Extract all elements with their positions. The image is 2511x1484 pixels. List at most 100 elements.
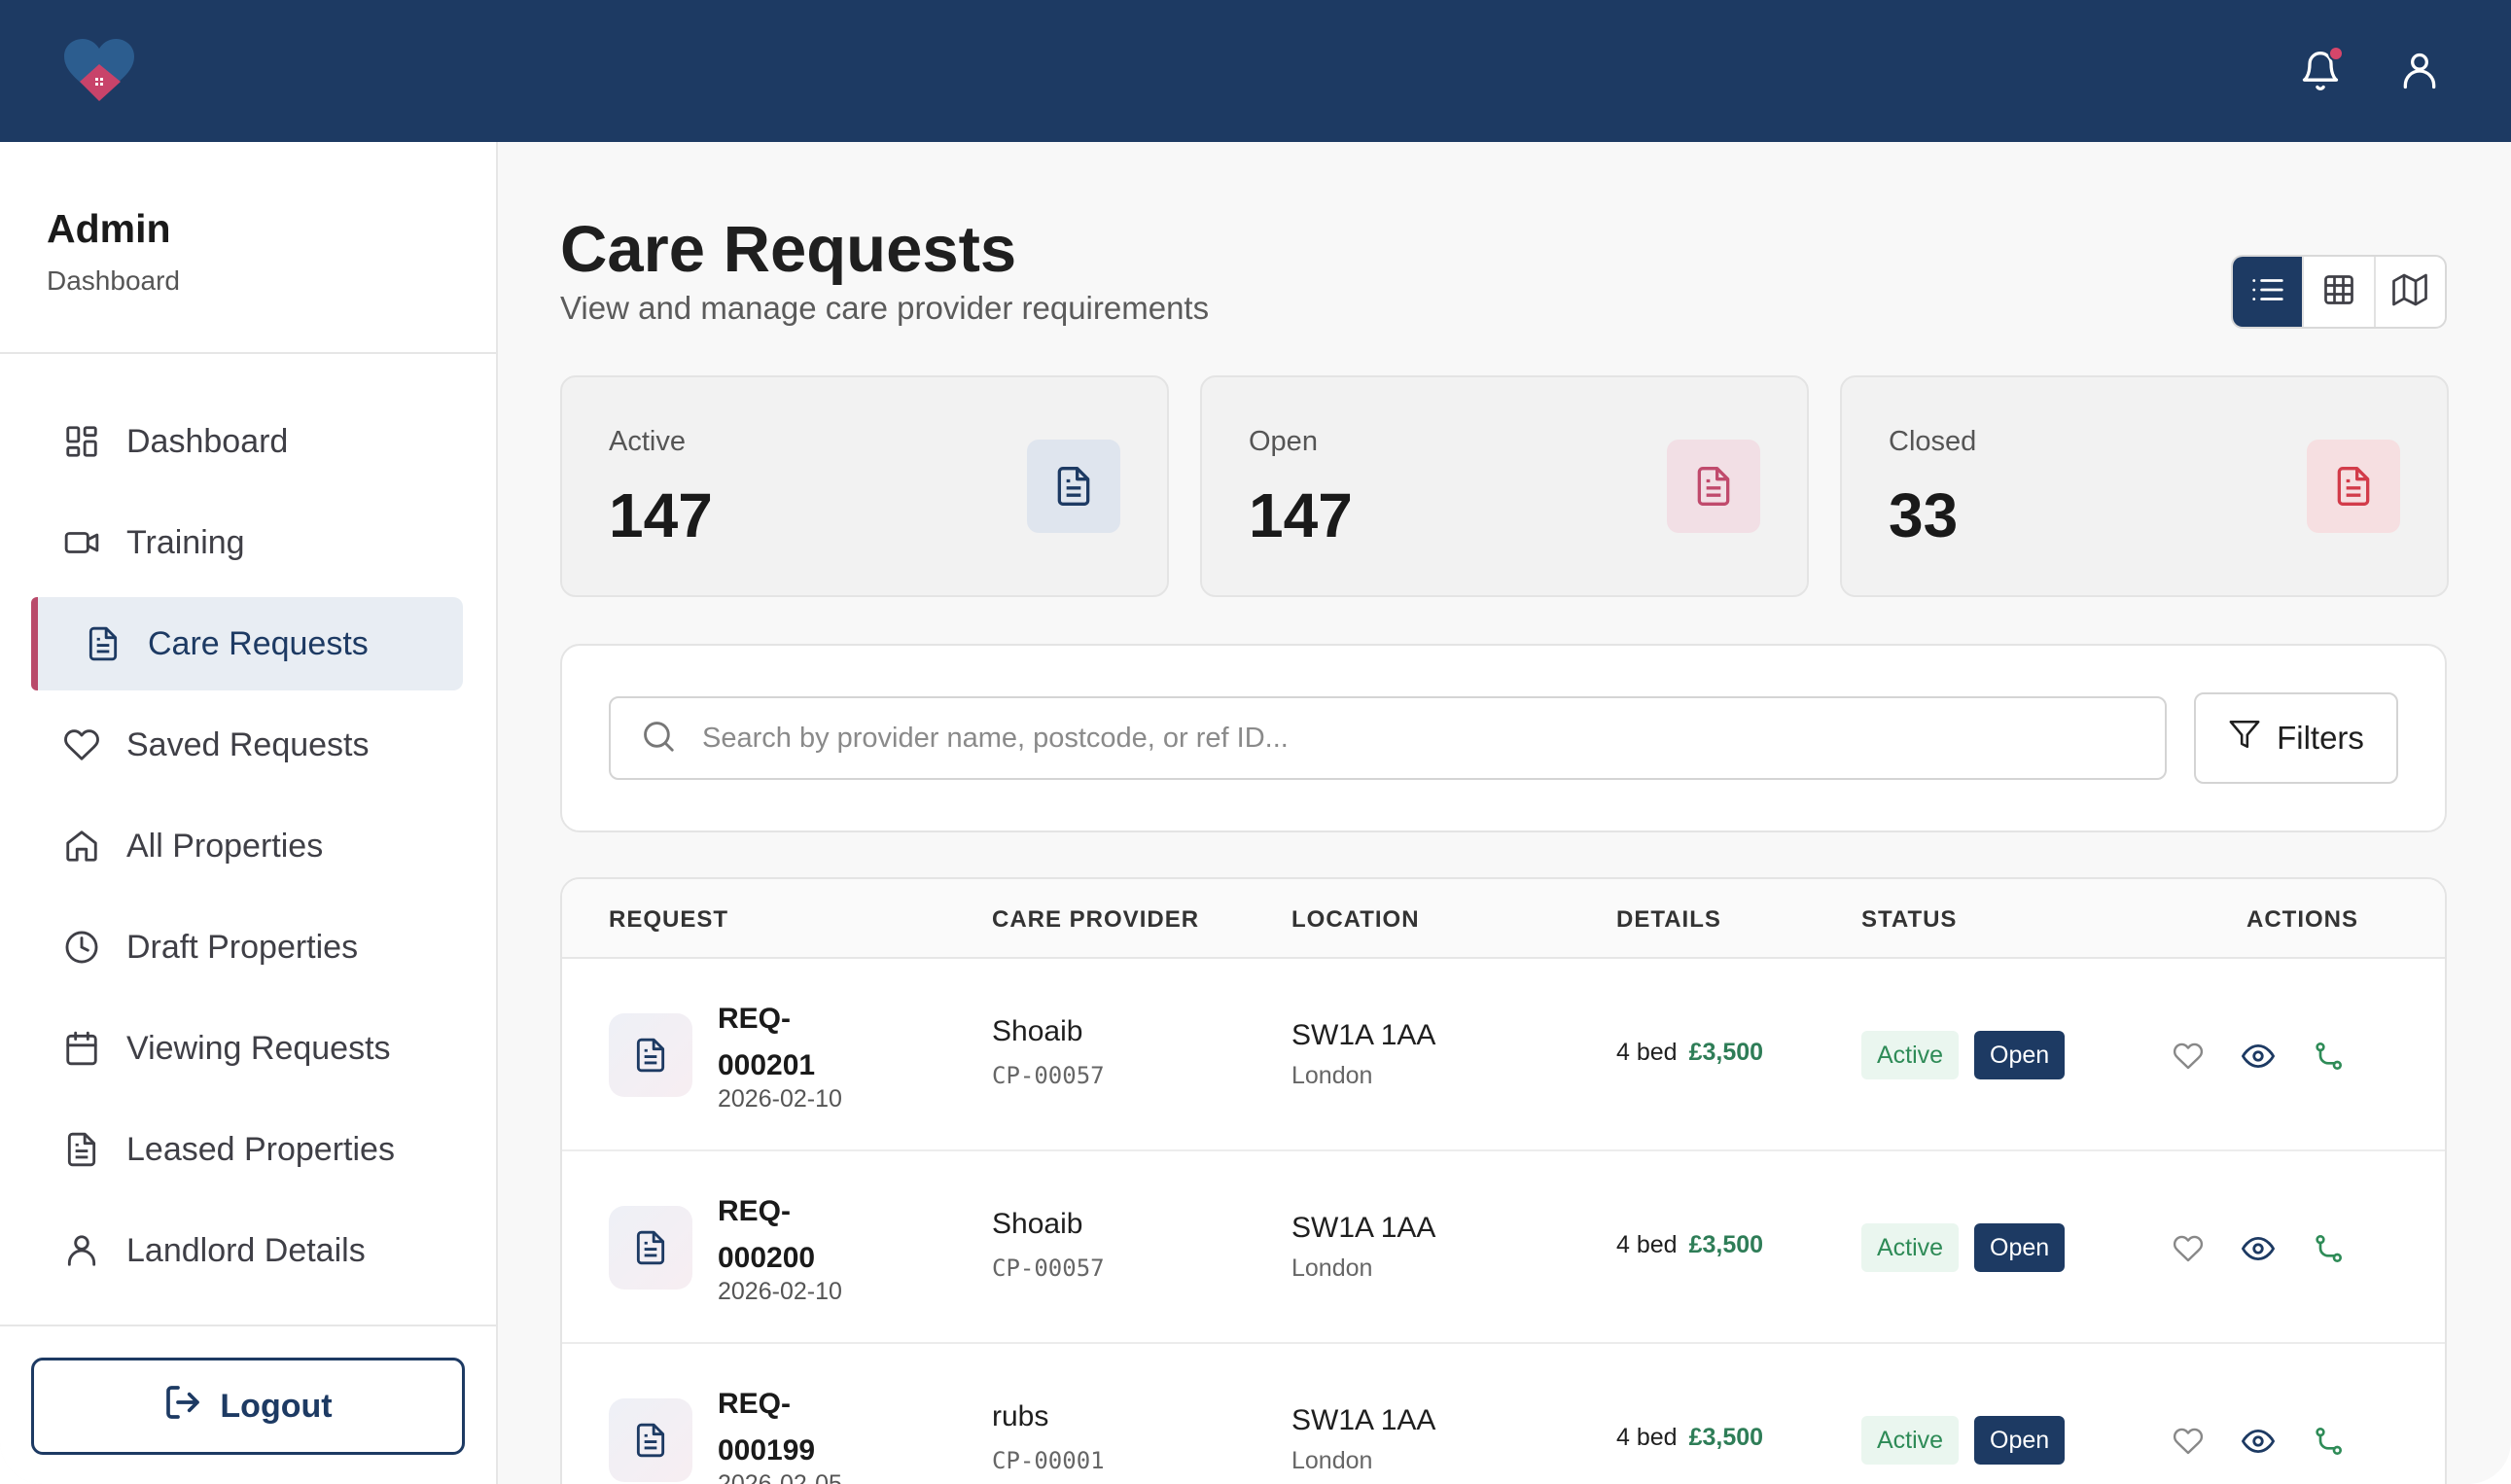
- document-icon: [62, 1130, 101, 1169]
- document-icon: [609, 1206, 692, 1290]
- document-icon: [1027, 440, 1120, 533]
- sidebar-item-label: Landlord Details: [126, 1231, 366, 1269]
- request-id[interactable]: REQ-000199: [718, 1381, 873, 1474]
- beds: 4 bed: [1616, 1039, 1678, 1066]
- column-header-request: REQUEST: [609, 906, 729, 933]
- search-input[interactable]: [702, 722, 2141, 755]
- sidebar-item-draft-properties[interactable]: Draft Properties: [31, 901, 463, 994]
- table-grid-icon: [2321, 272, 2356, 312]
- document-icon: [2307, 440, 2400, 533]
- provider-code: CP-00057: [992, 1254, 1105, 1282]
- request-details: 4 bed £3,500: [1616, 1039, 1763, 1067]
- sidebar: Admin Dashboard Dashboard Training Care …: [0, 142, 498, 1484]
- eye-icon[interactable]: [2239, 1037, 2278, 1076]
- sidebar-item-landlord-details[interactable]: Landlord Details: [31, 1204, 463, 1297]
- state-badge: Open: [1974, 1416, 2066, 1465]
- calendar-icon: [62, 1029, 101, 1068]
- location-city: London: [1291, 1254, 1373, 1282]
- sidebar-item-label: Dashboard: [126, 422, 289, 460]
- bell-icon[interactable]: [2297, 46, 2344, 94]
- eye-icon[interactable]: [2239, 1229, 2278, 1268]
- filters-button[interactable]: Filters: [2194, 692, 2398, 784]
- requests-table: REQUEST CARE PROVIDER LOCATION DETAILS S…: [560, 877, 2447, 1484]
- sidebar-item-care-requests[interactable]: Care Requests: [31, 597, 463, 690]
- provider-code: CP-00001: [992, 1447, 1105, 1474]
- status-badge: Active: [1861, 1223, 1960, 1272]
- request-date: 2026-02-10: [718, 1278, 842, 1305]
- clock-icon: [62, 928, 101, 967]
- video-icon: [62, 523, 101, 562]
- table-row[interactable]: REQ-000201 2026-02-10 Shoaib CP-00057 SW…: [562, 959, 2445, 1151]
- sidebar-item-dashboard[interactable]: Dashboard: [31, 395, 463, 488]
- sidebar-footer: Logout: [0, 1325, 496, 1484]
- home-icon: [62, 827, 101, 866]
- search-icon: [640, 718, 677, 760]
- heart-icon[interactable]: [2169, 1229, 2208, 1268]
- search-box: [609, 696, 2167, 780]
- heart-icon[interactable]: [2169, 1037, 2208, 1076]
- sidebar-item-label: Training: [126, 523, 245, 561]
- request-date: 2026-02-05: [718, 1470, 842, 1484]
- page-title: Care Requests: [560, 213, 1017, 286]
- map-view-button[interactable]: [2376, 257, 2445, 327]
- grid-view-button[interactable]: [2304, 257, 2376, 327]
- sidebar-item-label: Saved Requests: [126, 725, 370, 763]
- request-details: 4 bed £3,500: [1616, 1424, 1763, 1452]
- sidebar-item-viewing-requests[interactable]: Viewing Requests: [31, 1002, 463, 1095]
- route-icon[interactable]: [2309, 1037, 2348, 1076]
- location-postcode: SW1A 1AA: [1291, 1212, 1436, 1244]
- sidebar-item-label: Draft Properties: [126, 928, 359, 966]
- sidebar-subtitle: Dashboard: [47, 265, 180, 296]
- table-row[interactable]: REQ-000200 2026-02-10 Shoaib CP-00057 SW…: [562, 1151, 2445, 1344]
- request-id[interactable]: REQ-000200: [718, 1188, 873, 1282]
- stat-card-open: Open 147: [1200, 375, 1809, 597]
- sidebar-item-label: Viewing Requests: [126, 1029, 391, 1067]
- column-header-details: DETAILS: [1616, 906, 1721, 933]
- filters-label: Filters: [2277, 720, 2364, 756]
- logout-label: Logout: [220, 1387, 333, 1425]
- table-row[interactable]: REQ-000199 2026-02-05 rubs CP-00001 SW1A…: [562, 1344, 2445, 1484]
- beds: 4 bed: [1616, 1424, 1678, 1451]
- sidebar-item-leased-properties[interactable]: Leased Properties: [31, 1103, 463, 1196]
- user-icon[interactable]: [2396, 48, 2443, 94]
- state-badge: Open: [1974, 1223, 2066, 1272]
- price: £3,500: [1688, 1039, 1764, 1066]
- heart-icon[interactable]: [2169, 1422, 2208, 1461]
- provider-name: Shoaib: [992, 1208, 1083, 1240]
- heart-icon: [62, 725, 101, 764]
- logout-button[interactable]: Logout: [31, 1358, 465, 1455]
- map-icon: [2392, 272, 2428, 312]
- sidebar-item-label: All Properties: [126, 827, 324, 865]
- column-header-location: LOCATION: [1291, 906, 1420, 933]
- search-panel: Filters: [560, 644, 2447, 832]
- list-view-button[interactable]: [2233, 257, 2305, 327]
- document-icon: [609, 1013, 692, 1097]
- heart-home-logo[interactable]: [62, 37, 136, 105]
- stat-card-closed: Closed 33: [1840, 375, 2449, 597]
- price: £3,500: [1688, 1424, 1764, 1451]
- price: £3,500: [1688, 1231, 1764, 1258]
- list-icon: [2249, 271, 2286, 313]
- location-postcode: SW1A 1AA: [1291, 1404, 1436, 1436]
- status-badge: Active: [1861, 1031, 1960, 1079]
- route-icon[interactable]: [2309, 1229, 2348, 1268]
- eye-icon[interactable]: [2239, 1422, 2278, 1461]
- sidebar-item-saved-requests[interactable]: Saved Requests: [31, 698, 463, 792]
- request-id[interactable]: REQ-000201: [718, 996, 873, 1089]
- sidebar-item-training[interactable]: Training: [31, 496, 463, 589]
- table-header: REQUEST CARE PROVIDER LOCATION DETAILS S…: [562, 879, 2445, 959]
- dashboard-grid-icon: [62, 422, 101, 461]
- sidebar-item-all-properties[interactable]: All Properties: [31, 799, 463, 893]
- sidebar-item-label: Care Requests: [148, 624, 369, 662]
- filter-icon: [2228, 718, 2261, 759]
- request-details: 4 bed £3,500: [1616, 1231, 1763, 1259]
- route-icon[interactable]: [2309, 1422, 2348, 1461]
- request-date: 2026-02-10: [718, 1085, 842, 1113]
- provider-name: rubs: [992, 1400, 1049, 1432]
- column-header-status: STATUS: [1861, 906, 1958, 933]
- provider-name: Shoaib: [992, 1015, 1083, 1047]
- document-icon: [84, 624, 123, 663]
- document-icon: [609, 1398, 692, 1482]
- top-bar: [0, 0, 2511, 142]
- location-city: London: [1291, 1447, 1373, 1474]
